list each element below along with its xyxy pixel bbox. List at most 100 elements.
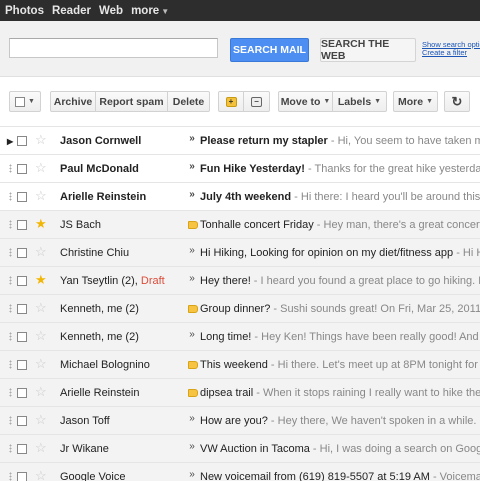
row-checkbox[interactable] [17,444,27,454]
not-important-marker-icon[interactable]: » [186,133,198,144]
star-icon[interactable]: ☆ [35,160,47,176]
drag-handle-icon[interactable] [9,304,12,313]
message-subject: July 4th weekend [200,191,292,203]
row-checkbox[interactable] [17,248,27,258]
not-important-marker-icon[interactable]: » [186,245,198,256]
select-all-dropdown[interactable]: ▼ [9,91,41,112]
not-important-marker-icon[interactable]: » [186,413,198,424]
not-important-marker-icon[interactable]: » [186,329,198,340]
mark-important-button[interactable]: + [218,91,244,112]
star-icon[interactable]: ★ [35,216,47,232]
mark-not-important-button[interactable]: − [244,91,270,112]
message-subject: Tonhalle concert Friday [200,219,314,231]
message-list: ▶ ☆ Jason Cornwell» Please return my staple… [0,126,480,481]
message-row[interactable]: ★ Yan Tseytlin (2), Draft» Hey there! - I … [0,267,480,295]
row-checkbox[interactable] [17,416,27,426]
star-icon[interactable]: ☆ [35,356,47,372]
nav-link-web[interactable]: Web [99,5,123,17]
search-input[interactable] [9,38,218,58]
top-nav-bar: Photos Reader Web more ▼ [0,0,480,21]
row-checkbox[interactable] [17,164,27,174]
row-checkbox[interactable] [17,276,27,286]
star-icon[interactable]: ☆ [35,468,47,481]
create-filter-link[interactable]: Create a filter [422,49,480,57]
star-icon[interactable]: ☆ [35,188,47,204]
message-row[interactable]: ☆ Jr Wikane » VW Auction in Tacoma - Hi, I … [0,435,480,463]
search-mail-button[interactable]: SEARCH MAIL [230,38,309,62]
move-to-dropdown[interactable]: Move to ▼ [278,91,333,112]
star-icon[interactable]: ☆ [35,132,47,148]
not-important-marker-icon[interactable]: » [186,441,198,452]
not-important-marker-icon[interactable]: » [186,469,198,480]
star-icon[interactable]: ☆ [35,440,47,456]
drag-handle-icon[interactable] [9,220,12,229]
row-checkbox[interactable] [17,192,27,202]
star-icon[interactable]: ☆ [35,244,47,260]
important-marker-icon[interactable] [188,221,198,229]
message-snippet: - Hi Hiking, I built [456,247,480,259]
archive-button[interactable]: Archive [50,91,96,112]
message-row[interactable]: ☆ Google Voice» New voicemail from (619) 8… [0,463,480,481]
row-checkbox[interactable] [17,220,27,230]
nav-link-more[interactable]: more ▼ [131,5,169,17]
more-actions-dropdown[interactable]: More ▼ [393,91,438,112]
message-content: dipsea trail - When it stops raining I r… [200,387,480,399]
message-content: VW Auction in Tacoma - Hi, I was doing a… [200,443,480,455]
important-marker-icon[interactable] [188,389,198,397]
message-row[interactable]: ☆ Arielle Reinstein dipsea trail - When it… [0,379,480,407]
star-icon[interactable]: ☆ [35,412,47,428]
row-checkbox[interactable] [17,360,27,370]
message-row[interactable]: ★ JS Bach Tonhalle concert Friday - Hey ma… [0,211,480,239]
nav-link-reader[interactable]: Reader [52,5,91,17]
message-snippet: - Hey man, there's a great concert this … [316,219,480,231]
row-checkbox[interactable] [17,388,27,398]
message-row[interactable]: ☆ Arielle Reinstein » July 4th weekend - Hi… [0,183,480,211]
sender-text: Yan Tseytlin (2), [60,275,141,287]
message-row[interactable]: ☆ Kenneth, me (2) » Long time! - Hey Ken! T… [0,323,480,351]
not-important-marker-icon[interactable]: » [186,273,198,284]
message-snippet: - Thanks for the great hike yesterday, i… [308,163,480,175]
message-row[interactable]: ☆ Kenneth, me (2) Group dinner? - Sushi so… [0,295,480,323]
chevron-down-icon: ▼ [323,98,331,105]
message-content: Long time! - Hey Ken! Things have been r… [200,331,480,343]
chevron-down-icon: ▼ [28,98,35,105]
drag-handle-icon[interactable] [9,248,12,257]
star-icon[interactable]: ★ [35,272,47,288]
drag-handle-icon[interactable] [9,192,12,201]
labels-dropdown[interactable]: Labels ▼ [333,91,387,112]
star-icon[interactable]: ☆ [35,300,47,316]
sender-name: Kenneth, me (2) [60,303,185,315]
sender-text: JS Bach [60,219,101,231]
message-toolbar: ▼ Archive Report spam Delete + − Move to… [0,77,480,125]
drag-handle-icon[interactable] [9,332,12,341]
delete-button[interactable]: Delete [168,91,210,112]
important-marker-icon[interactable] [188,361,198,369]
current-row-arrow-icon: ▶ [7,137,14,146]
drag-handle-icon[interactable] [9,416,12,425]
message-row[interactable]: ☆ Jason Toff » How are you? - Hey there, We… [0,407,480,435]
drag-handle-icon[interactable] [9,276,12,285]
row-checkbox[interactable] [17,332,27,342]
nav-link-photos[interactable]: Photos [5,5,44,17]
drag-handle-icon[interactable] [9,164,12,173]
row-checkbox[interactable] [17,304,27,314]
not-important-marker-icon[interactable]: » [186,161,198,172]
drag-handle-icon[interactable] [9,360,12,369]
refresh-button[interactable]: ↻ [444,91,470,112]
drag-handle-icon[interactable] [9,388,12,397]
star-icon[interactable]: ☆ [35,328,47,344]
message-row[interactable]: ☆ Michael Bolognino This weekend - Hi ther… [0,351,480,379]
drag-handle-icon[interactable] [9,444,12,453]
message-row[interactable]: ▶ ☆ Jason Cornwell » Please return my staple… [0,127,480,155]
important-marker-icon[interactable] [188,305,198,313]
row-checkbox[interactable] [17,136,27,146]
sender-text: Paul McDonald [60,163,139,175]
star-icon[interactable]: ☆ [35,384,47,400]
not-important-marker-icon[interactable]: » [186,189,198,200]
message-row[interactable]: ☆ Paul McDonald » Fun Hike Yesterday! - Tha… [0,155,480,183]
message-content: Please return my stapler - Hi, You seem … [200,135,480,147]
message-subject: How are you? [200,415,268,427]
message-row[interactable]: ☆ Christine Chiu » Hi Hiking, Looking for o… [0,239,480,267]
report-spam-button[interactable]: Report spam [96,91,168,112]
search-web-button[interactable]: SEARCH THE WEB [320,38,416,62]
